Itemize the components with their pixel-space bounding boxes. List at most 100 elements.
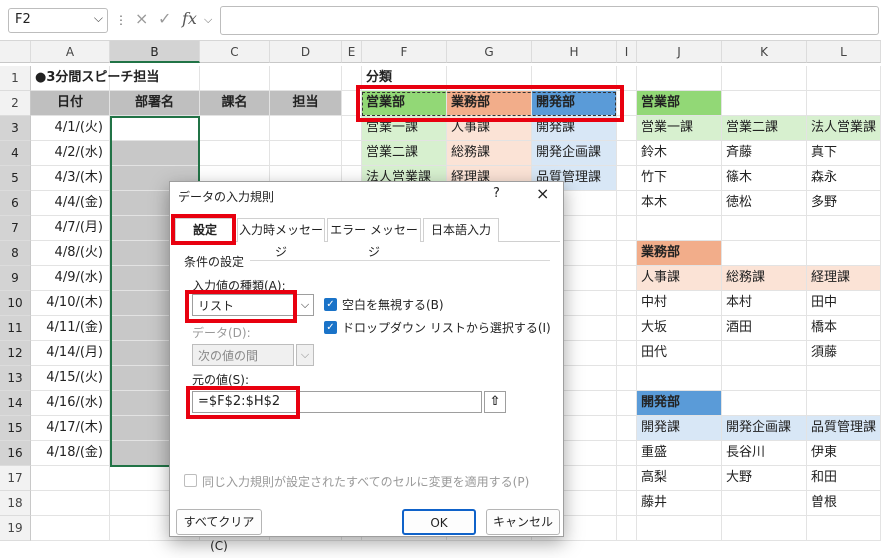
row-header[interactable]: 3 bbox=[0, 116, 31, 141]
enter-icon[interactable]: ✓ bbox=[158, 9, 171, 28]
tab-ime[interactable]: 日本語入力 bbox=[423, 218, 499, 242]
cell[interactable] bbox=[807, 66, 881, 91]
column-header[interactable]: E bbox=[342, 41, 362, 63]
chevron-down-icon[interactable]: ⌵ bbox=[296, 344, 314, 366]
row-header[interactable]: 2 bbox=[0, 91, 31, 116]
cell[interactable]: 伊東 bbox=[807, 441, 881, 466]
help-icon[interactable]: ? bbox=[493, 186, 500, 201]
cell[interactable]: 日付 bbox=[31, 91, 110, 116]
cell[interactable]: 営業二課 bbox=[362, 141, 447, 166]
cell[interactable]: 開発企画課 bbox=[722, 416, 807, 441]
column-header[interactable]: F bbox=[362, 41, 447, 63]
cell[interactable] bbox=[722, 391, 807, 416]
column-header[interactable]: H bbox=[532, 41, 617, 63]
cell[interactable]: 総務課 bbox=[722, 266, 807, 291]
row-header[interactable]: 19 bbox=[0, 516, 31, 541]
cell[interactable]: 4/11/(金) bbox=[31, 316, 110, 341]
cell[interactable]: 篠木 bbox=[722, 166, 807, 191]
cell[interactable] bbox=[617, 166, 637, 191]
cell[interactable]: 田代 bbox=[637, 341, 722, 366]
apply-all-checkbox[interactable]: ✓ bbox=[184, 474, 197, 487]
cell[interactable] bbox=[270, 116, 342, 141]
cell[interactable]: 高梨 bbox=[637, 466, 722, 491]
cell[interactable] bbox=[31, 491, 110, 516]
row-header[interactable]: 16 bbox=[0, 441, 31, 466]
row-header[interactable]: 7 bbox=[0, 216, 31, 241]
cell[interactable]: 開発部 bbox=[637, 391, 722, 416]
row-header[interactable]: 8 bbox=[0, 241, 31, 266]
cell[interactable]: 営業二課 bbox=[722, 116, 807, 141]
cell[interactable]: 4/2/(水) bbox=[31, 141, 110, 166]
cell[interactable]: 開発課 bbox=[637, 416, 722, 441]
column-header[interactable]: J bbox=[637, 41, 722, 63]
cell[interactable] bbox=[617, 416, 637, 441]
cell[interactable]: 真下 bbox=[807, 141, 881, 166]
cell[interactable]: 斉藤 bbox=[722, 141, 807, 166]
cell[interactable] bbox=[617, 266, 637, 291]
row-header[interactable]: 4 bbox=[0, 141, 31, 166]
cell[interactable] bbox=[722, 66, 807, 91]
row-header[interactable]: 17 bbox=[0, 466, 31, 491]
column-header[interactable]: B bbox=[110, 41, 200, 63]
cell[interactable] bbox=[637, 516, 722, 541]
column-header[interactable]: D bbox=[270, 41, 342, 63]
dropdown-checkbox[interactable]: ✓ bbox=[324, 321, 337, 334]
cell[interactable]: 徳松 bbox=[722, 191, 807, 216]
insert-function-icon[interactable]: fx bbox=[182, 9, 197, 28]
column-header[interactable]: K bbox=[722, 41, 807, 63]
row-header[interactable]: 12 bbox=[0, 341, 31, 366]
more-icon[interactable]: ⋮ bbox=[115, 13, 127, 27]
cell[interactable] bbox=[637, 366, 722, 391]
cell[interactable] bbox=[807, 216, 881, 241]
cell[interactable]: 竹下 bbox=[637, 166, 722, 191]
cell[interactable]: 長谷川 bbox=[722, 441, 807, 466]
row-header[interactable]: 11 bbox=[0, 316, 31, 341]
row-header[interactable]: 14 bbox=[0, 391, 31, 416]
cancel-button[interactable]: キャンセル bbox=[486, 509, 560, 535]
column-header[interactable]: G bbox=[447, 41, 532, 63]
cell[interactable]: 4/15/(火) bbox=[31, 366, 110, 391]
chevron-down-icon[interactable]: ⌵ bbox=[94, 11, 103, 26]
cell[interactable] bbox=[722, 366, 807, 391]
cell[interactable]: 4/17/(木) bbox=[31, 416, 110, 441]
cell[interactable]: 4/7/(月) bbox=[31, 216, 110, 241]
cell[interactable]: 人事課 bbox=[637, 266, 722, 291]
cell[interactable] bbox=[637, 66, 722, 91]
cell[interactable] bbox=[617, 491, 637, 516]
cell[interactable] bbox=[617, 341, 637, 366]
cell[interactable]: 4/4/(金) bbox=[31, 191, 110, 216]
cell[interactable]: 営業部 bbox=[637, 91, 722, 116]
cell[interactable]: 担当 bbox=[270, 91, 342, 116]
cell[interactable] bbox=[617, 241, 637, 266]
formula-input[interactable] bbox=[220, 6, 879, 35]
row-header[interactable]: 5 bbox=[0, 166, 31, 191]
cell[interactable] bbox=[722, 516, 807, 541]
cell[interactable]: 鈴木 bbox=[637, 141, 722, 166]
cell[interactable]: 本木 bbox=[637, 191, 722, 216]
cell[interactable]: 4/8/(火) bbox=[31, 241, 110, 266]
cell[interactable]: 経理課 bbox=[807, 266, 881, 291]
chevron-down-icon[interactable]: ⌵ bbox=[296, 294, 314, 316]
chevron-down-icon[interactable]: ⌵ bbox=[204, 13, 212, 27]
cell[interactable] bbox=[617, 216, 637, 241]
cell[interactable] bbox=[617, 516, 637, 541]
cell[interactable] bbox=[617, 141, 637, 166]
cell[interactable] bbox=[807, 516, 881, 541]
cell[interactable]: 和田 bbox=[807, 466, 881, 491]
cell[interactable] bbox=[722, 491, 807, 516]
cell[interactable] bbox=[617, 466, 637, 491]
cell[interactable] bbox=[617, 316, 637, 341]
cell[interactable] bbox=[807, 391, 881, 416]
cell[interactable] bbox=[617, 291, 637, 316]
column-header[interactable]: A bbox=[31, 41, 110, 63]
cell[interactable]: 開発企画課 bbox=[532, 141, 617, 166]
collapse-dialog-icon[interactable]: ⇧ bbox=[484, 391, 506, 413]
data-select[interactable]: 次の値の間 bbox=[192, 344, 294, 366]
close-icon[interactable]: × bbox=[536, 184, 549, 203]
cell[interactable]: 曽根 bbox=[807, 491, 881, 516]
cell[interactable] bbox=[200, 116, 270, 141]
cell[interactable] bbox=[722, 341, 807, 366]
row-header[interactable]: 13 bbox=[0, 366, 31, 391]
cell[interactable]: 課名 bbox=[200, 91, 270, 116]
cell[interactable] bbox=[722, 216, 807, 241]
